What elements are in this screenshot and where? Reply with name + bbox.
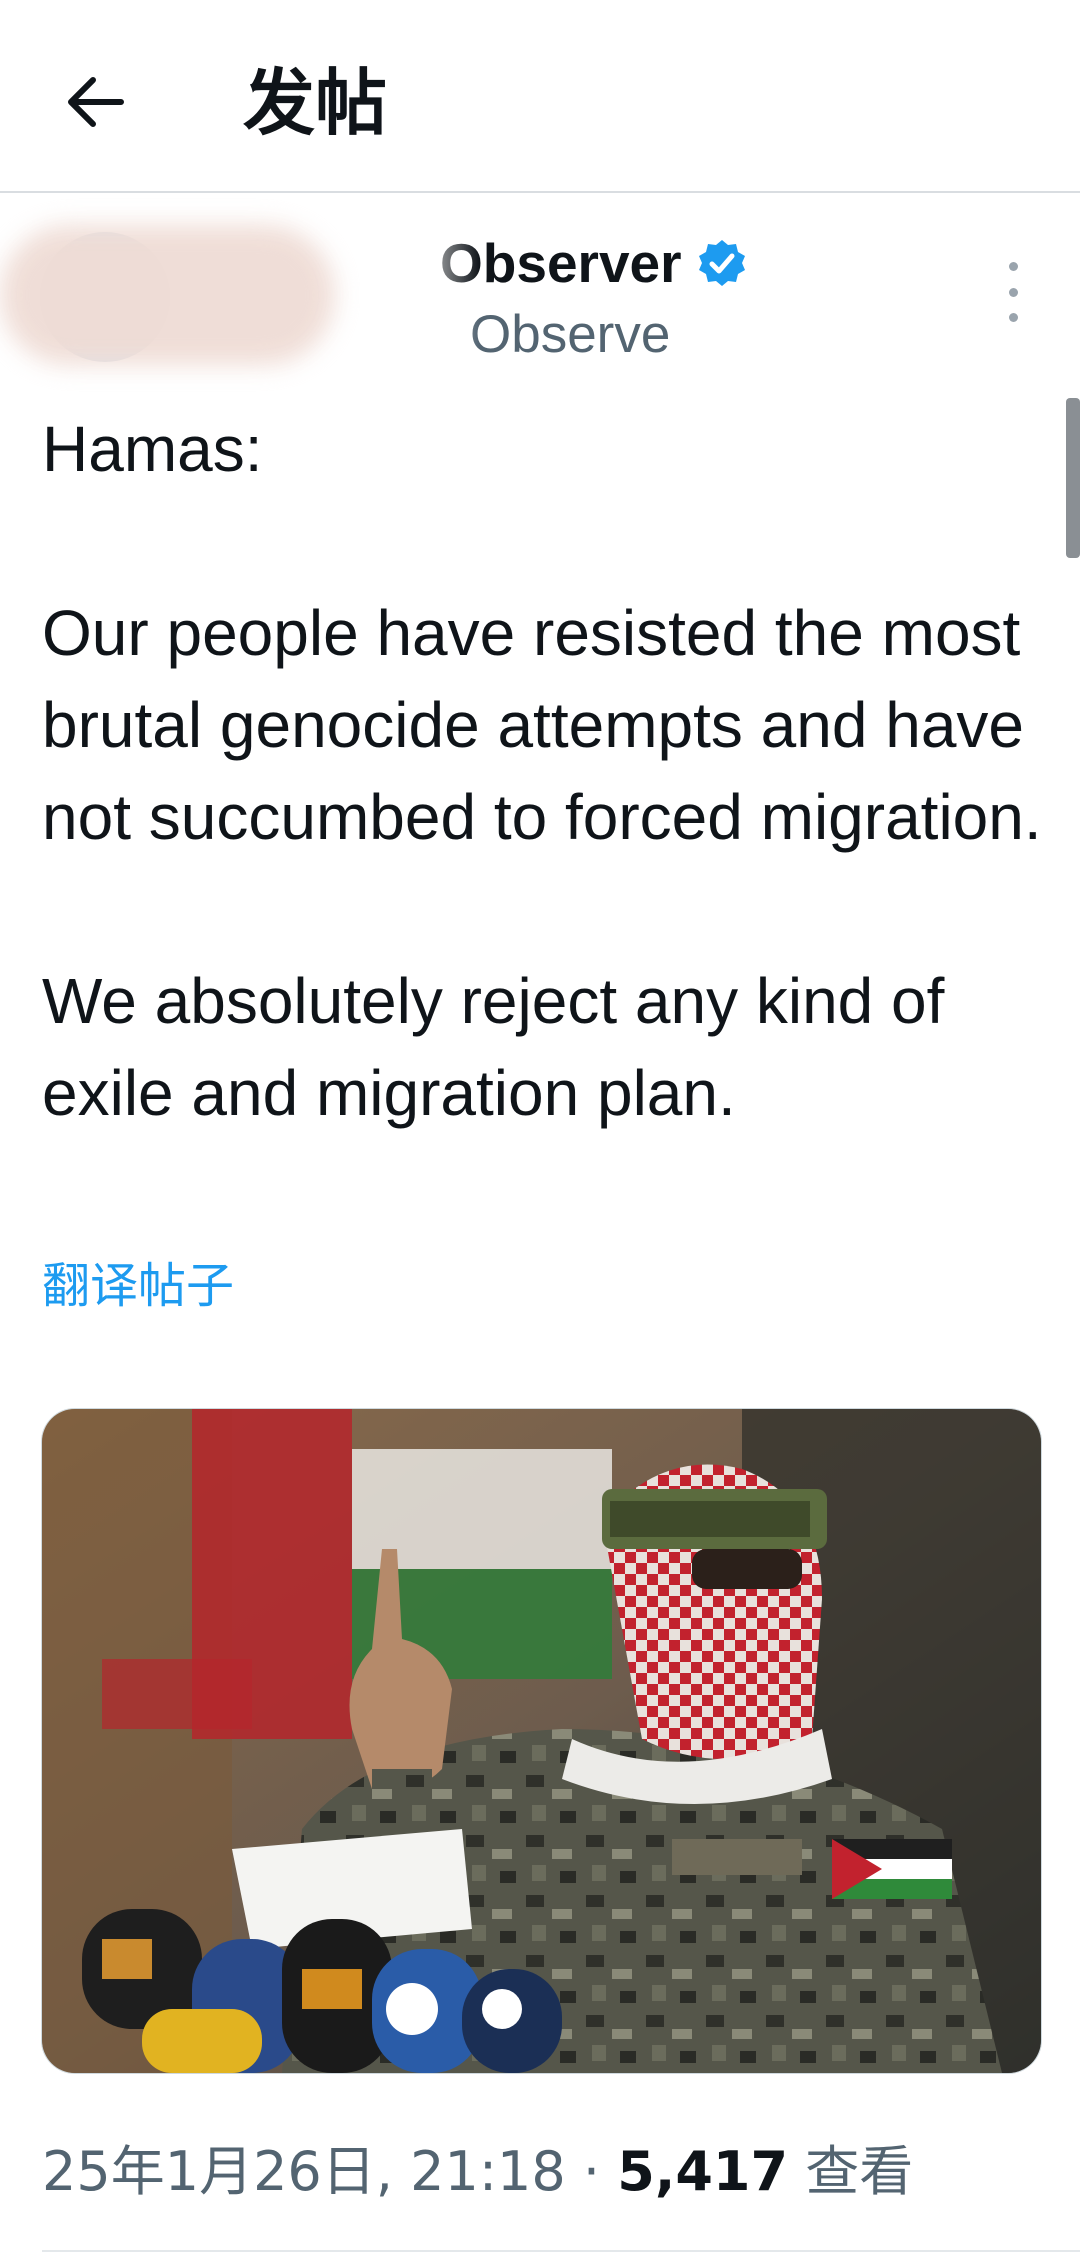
post-paragraph: We absolutely reject any kind of exile a… [42, 965, 945, 1129]
more-dots-icon [1008, 262, 1018, 271]
translate-post-link[interactable]: 翻译帖子 [42, 1254, 234, 1318]
post-meta: 25年1月26日, 21:18 · 5,417 查看 [42, 2137, 913, 2207]
author-name-row[interactable]: Observer [440, 228, 748, 298]
post-timestamp[interactable]: 25年1月26日, 21:18 [42, 2140, 566, 2203]
scrollbar-thumb[interactable] [1066, 398, 1080, 558]
post-paragraph: Our people have resisted the most brutal… [42, 597, 1042, 853]
top-app-bar: 发帖 [0, 0, 1080, 193]
post-body: Hamas: Our people have resisted the most… [42, 403, 1052, 1139]
post-image[interactable] [41, 1408, 1042, 2074]
verified-badge-icon [698, 240, 745, 286]
author-handle[interactable]: Observe [470, 300, 670, 370]
page-title: 发帖 [243, 61, 388, 145]
meta-separator: · [582, 2140, 601, 2203]
redaction-fade [360, 230, 480, 380]
post-paragraph: Hamas: [42, 413, 263, 485]
post-detail-screen: 发帖 Observer Observe Hamas: Our people ha… [0, 0, 1080, 2268]
views-label: 查看 [805, 2140, 914, 2203]
more-options-button[interactable] [990, 262, 1036, 322]
photo-illustration [42, 1409, 1041, 2073]
back-button[interactable] [55, 62, 135, 142]
arrow-left-icon [68, 77, 124, 127]
redaction-blur [0, 225, 335, 365]
views-count: 5,417 [617, 2140, 789, 2203]
divider [42, 2250, 1080, 2252]
